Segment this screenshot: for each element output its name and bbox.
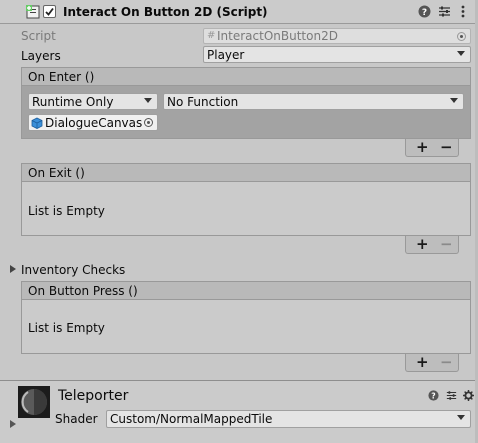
target-object-name: DialogueCanvas (45, 116, 143, 130)
function-dropdown[interactable]: No Function (163, 93, 464, 110)
svg-text:?: ? (422, 8, 427, 18)
chevron-down-icon (144, 98, 152, 103)
script-component-icon (26, 5, 40, 19)
remove-button[interactable]: − (440, 139, 453, 155)
on-button-press-empty-text: List is Empty (28, 321, 105, 335)
foldout-arrow-icon (10, 265, 16, 273)
add-button[interactable]: + (416, 139, 429, 155)
help-icon[interactable]: ? (418, 5, 431, 18)
on-enter-title: On Enter () (28, 70, 95, 84)
enable-checkbox[interactable] (43, 5, 56, 18)
on-enter-header: On Enter () (22, 68, 470, 86)
on-exit-empty-text: List is Empty (28, 204, 105, 218)
on-enter-plus-minus: + − (405, 139, 459, 157)
script-file-icon: # (207, 30, 216, 41)
on-exit-plus-minus: + − (405, 236, 459, 254)
chevron-down-icon (457, 51, 465, 56)
presets-icon[interactable] (446, 390, 457, 401)
on-button-press-title: On Button Press () (28, 284, 138, 298)
component-title: Interact On Button 2D (Script) (63, 5, 268, 19)
script-value: InteractOnButton2D (217, 29, 338, 43)
material-foldout-arrow-icon[interactable] (10, 420, 16, 428)
gameobject-cube-icon (31, 117, 43, 129)
shader-dropdown[interactable]: Custom/NormalMappedTile (106, 410, 471, 428)
remove-button[interactable]: − (440, 354, 453, 370)
script-label: Script (21, 29, 56, 43)
material-name: Teleporter (58, 388, 129, 404)
svg-text:?: ? (431, 391, 435, 400)
material-section: Teleporter ? Shader Custom/NormalMappedT… (0, 381, 478, 443)
inventory-checks-label: Inventory Checks (21, 263, 126, 277)
function-value: No Function (167, 95, 239, 109)
runtime-value: Runtime Only (32, 95, 114, 109)
on-exit-header: On Exit () (22, 164, 470, 182)
chevron-down-icon (450, 98, 458, 103)
script-field: # InteractOnButton2D (203, 28, 471, 44)
layers-value: Player (207, 48, 245, 62)
layers-dropdown[interactable]: Player (203, 46, 471, 63)
on-button-press-header: On Button Press () (22, 282, 470, 300)
material-preview-icon (18, 386, 50, 418)
presets-icon[interactable] (438, 5, 451, 18)
inventory-checks-foldout[interactable]: Inventory Checks (8, 262, 208, 278)
settings-gear-icon[interactable] (463, 390, 474, 401)
on-enter-event: On Enter () Runtime Only No Function Dia… (21, 67, 471, 139)
on-exit-title: On Exit () (28, 166, 85, 180)
shader-label: Shader (55, 412, 98, 426)
target-object-field[interactable]: DialogueCanvas (28, 114, 158, 131)
on-button-press-event: On Button Press () List is Empty (21, 281, 471, 354)
remove-button[interactable]: − (440, 236, 453, 252)
shader-value: Custom/NormalMappedTile (110, 412, 273, 426)
on-exit-event: On Exit () List is Empty (21, 163, 471, 236)
runtime-dropdown[interactable]: Runtime Only (28, 93, 158, 110)
on-button-press-plus-minus: + − (405, 354, 459, 372)
object-picker-icon[interactable] (144, 118, 153, 127)
help-icon[interactable]: ? (428, 390, 439, 401)
more-vert-icon[interactable] (460, 5, 466, 18)
add-button[interactable]: + (416, 354, 429, 370)
chevron-down-icon (457, 415, 465, 420)
object-picker-icon (457, 32, 466, 41)
add-button[interactable]: + (416, 236, 429, 252)
layers-label: Layers (21, 49, 61, 63)
component-header: Interact On Button 2D (Script) ? (0, 0, 478, 24)
checkmark-icon (45, 7, 54, 16)
